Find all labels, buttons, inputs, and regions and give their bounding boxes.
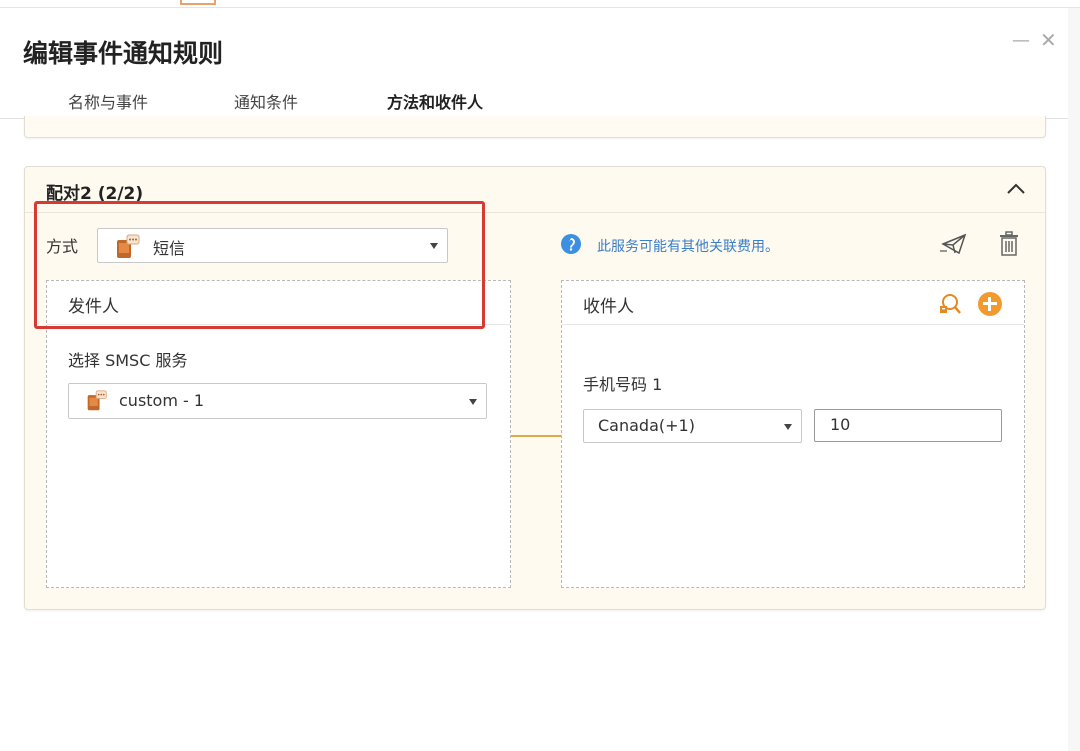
service-fee-notice: 此服务可能有其他关联费用。 <box>597 239 779 255</box>
chevron-down-icon <box>469 399 477 405</box>
search-contacts-icon[interactable] <box>938 293 962 315</box>
method-select[interactable]: 短信 <box>97 228 448 263</box>
sender-panel-header: 发件人 <box>47 281 510 325</box>
pair-connector-line <box>511 435 561 437</box>
method-label: 方式 <box>46 237 79 256</box>
phone-number-label: 手机号码 1 <box>583 375 663 394</box>
sender-header-label: 发件人 <box>68 297 119 317</box>
phone-number-input[interactable]: 10 <box>814 409 1002 442</box>
close-button[interactable]: ✕ <box>1040 28 1057 52</box>
info-icon <box>561 234 581 254</box>
smsc-service-value: custom - 1 <box>119 391 205 410</box>
sms-icon <box>87 390 107 411</box>
background-fragment <box>180 0 216 5</box>
background-window-strip <box>0 0 1080 8</box>
sender-panel: 发件人 选择 SMSC 服务 custom - 1 <box>46 280 511 588</box>
chevron-down-icon <box>430 243 438 249</box>
country-code-select[interactable]: Canada(+1) <box>583 409 802 443</box>
window-controls: — ✕ <box>1008 28 1068 52</box>
country-code-value: Canada(+1) <box>598 416 695 435</box>
chevron-down-icon <box>784 424 792 430</box>
pair-card: 配对2 (2/2) 方式 短信 此服务可能有其他关联费用。 发件人 选择 SMS… <box>24 166 1046 610</box>
add-recipient-icon[interactable] <box>978 292 1002 316</box>
send-test-message-icon[interactable] <box>939 231 969 257</box>
pair-title: 配对2 (2/2) <box>46 184 144 204</box>
smsc-service-label: 选择 SMSC 服务 <box>68 351 188 370</box>
trash-icon[interactable] <box>997 231 1021 257</box>
previous-pair-card <box>24 116 1046 138</box>
dialog-title: 编辑事件通知规则 <box>23 39 224 68</box>
method-select-value: 短信 <box>153 239 186 258</box>
recipient-panel: 收件人 手机号码 1 Canada(+1) 10 <box>561 280 1025 588</box>
recipient-panel-header: 收件人 <box>562 281 1024 325</box>
sms-icon <box>117 234 140 258</box>
smsc-service-select[interactable]: custom - 1 <box>68 383 487 419</box>
card-divider <box>25 212 1045 213</box>
minimize-button[interactable]: — <box>1012 30 1030 51</box>
chevron-up-icon[interactable] <box>1005 179 1027 199</box>
recipient-header-label: 收件人 <box>583 297 634 317</box>
edit-notification-rule-dialog: — ✕ 编辑事件通知规则 名称与事件 通知条件 方法和收件人 配对2 (2/2)… <box>0 8 1068 751</box>
